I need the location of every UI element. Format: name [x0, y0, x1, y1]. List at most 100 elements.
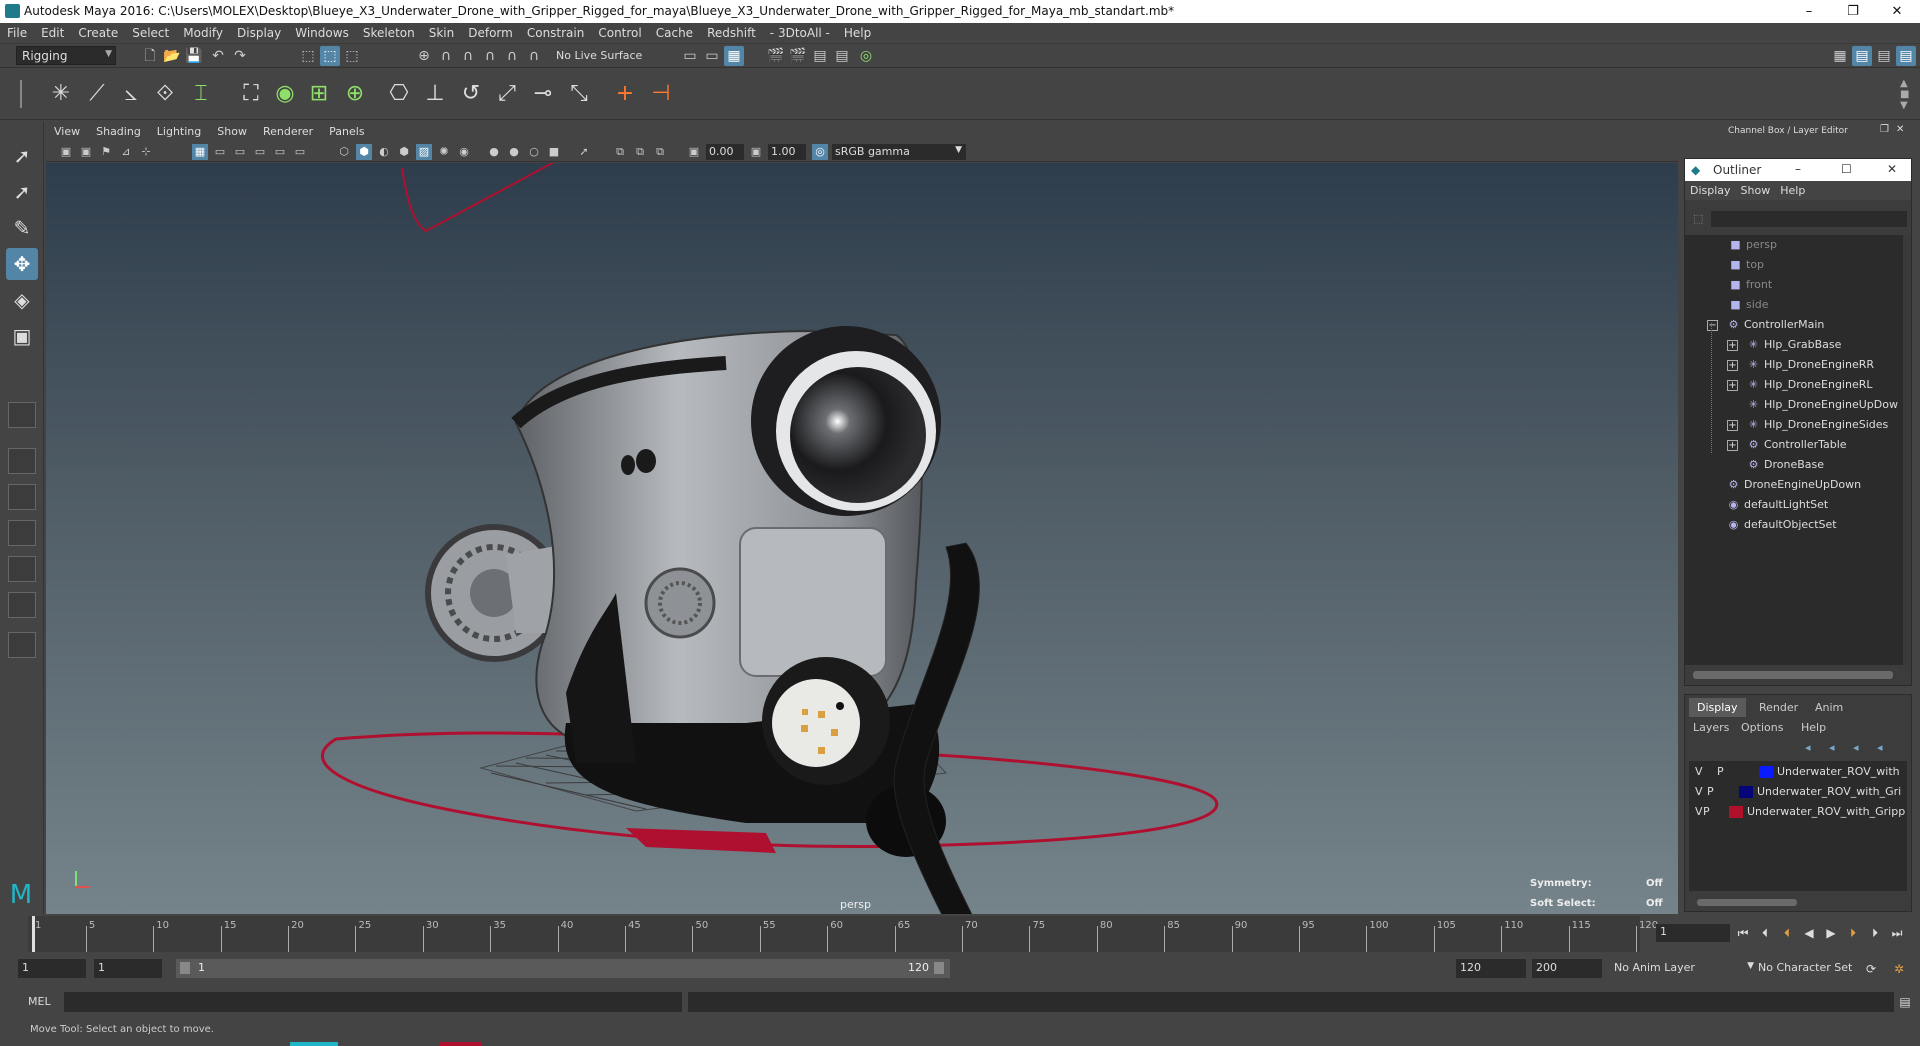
menu-file[interactable]: File [0, 23, 34, 44]
rotate-tool-icon[interactable]: ◈ [6, 284, 38, 316]
close-icon[interactable]: ✕ [1887, 162, 1897, 176]
outliner-vscrollbar[interactable] [1903, 235, 1911, 665]
menu-display[interactable]: Display [230, 23, 288, 44]
step-forward-frame-icon[interactable]: ⏵ [1844, 924, 1862, 942]
field-chart-icon[interactable]: ▭ [272, 144, 288, 160]
go-to-end-icon[interactable]: ⏭ [1888, 924, 1906, 942]
menu-windows[interactable]: Windows [288, 23, 356, 44]
xray-joints-icon[interactable]: ⧉ [632, 144, 648, 160]
layer-row[interactable]: V P Underwater_ROV_with_Gripp [1689, 803, 1909, 821]
modeling-toolkit-icon[interactable]: ▦ [1830, 46, 1850, 66]
playback-end-field[interactable]: 120 [1456, 959, 1526, 978]
layer-color-swatch[interactable] [1739, 786, 1753, 798]
vp-menu-lighting[interactable]: Lighting [149, 122, 209, 142]
safe-action-icon[interactable]: ▭ [292, 144, 308, 160]
layer-menu-help[interactable]: Help [1801, 721, 1826, 734]
select-object-icon[interactable]: ⬚ [320, 46, 340, 66]
aim-constraint-icon[interactable]: ⊸ [528, 78, 558, 110]
start-time-field[interactable]: 1 [18, 959, 86, 978]
bookmark-icon[interactable]: ⚑ [98, 144, 114, 160]
lights-icon[interactable]: ✺ [436, 144, 452, 160]
ssao-icon[interactable]: ● [486, 144, 502, 160]
menu-redshift[interactable]: Redshift [700, 23, 763, 44]
tab-anim[interactable]: Anim [1807, 698, 1851, 717]
step-back-frame-icon[interactable]: ⏴ [1778, 924, 1796, 942]
range-start-handle[interactable] [180, 962, 190, 974]
list-item[interactable]: ■ side [1729, 295, 1768, 315]
anim-layer-dropdown[interactable]: No Anim Layer ▼ [1610, 959, 1754, 978]
hypershade-icon[interactable]: ▤ [832, 46, 852, 66]
menu-help[interactable]: Help [837, 23, 878, 44]
vp-menu-panels[interactable]: Panels [321, 122, 372, 142]
tool-settings-icon[interactable]: ▤ [1874, 46, 1894, 66]
menu-modify[interactable]: Modify [176, 23, 230, 44]
visibility-toggle[interactable]: V [1695, 783, 1703, 801]
menu-edit[interactable]: Edit [34, 23, 71, 44]
wireframe-on-shaded-icon[interactable]: ⬢ [396, 144, 412, 160]
outliner-hscrollbar[interactable] [1693, 671, 1893, 679]
redo-icon[interactable]: ↷ [230, 46, 250, 66]
select-camera-icon[interactable]: ▣ [58, 144, 74, 160]
ik-handle-icon[interactable]: ⟋ [82, 78, 112, 110]
outliner-menu-help[interactable]: Help [1775, 181, 1810, 200]
construction-history-icon[interactable]: ▦ [724, 46, 744, 66]
scale-tool-icon[interactable]: ▣ [6, 320, 38, 352]
current-frame-field[interactable]: 1 [1656, 924, 1730, 942]
menu-control[interactable]: Control [591, 23, 648, 44]
snap-point-icon[interactable]: ∩ [458, 46, 478, 66]
snap-curve-icon[interactable]: ∩ [436, 46, 456, 66]
menu-skin[interactable]: Skin [422, 23, 462, 44]
play-backwards-icon[interactable]: ◀ [1800, 924, 1818, 942]
list-item[interactable]: ✳ Hlp_GrabBase [1747, 335, 1841, 355]
select-hierarchy-icon[interactable]: ⬚ [298, 46, 318, 66]
visibility-toggle[interactable]: V [1695, 803, 1703, 821]
play-forwards-icon[interactable]: ▶ [1822, 924, 1840, 942]
close-icon[interactable]: ✕ [1896, 124, 1904, 135]
list-item[interactable]: ✳ Hlp_DroneEngineSides [1747, 415, 1888, 435]
snap-magnet-icon[interactable]: ∩ [524, 46, 544, 66]
smooth-shade-icon[interactable]: ⬢ [356, 144, 372, 160]
save-scene-icon[interactable]: 💾 [184, 46, 204, 66]
list-item[interactable]: ⚙ ControllerTable [1747, 435, 1847, 455]
grid-toggle-icon[interactable]: ⊹ [138, 144, 154, 160]
snap-surface-icon[interactable]: ∩ [502, 46, 522, 66]
isolate-select-icon[interactable]: ➚ [576, 144, 592, 160]
step-back-key-icon[interactable]: ⏴ [1756, 924, 1774, 942]
list-item[interactable]: ◉ defaultObjectSet [1727, 515, 1837, 535]
mirror-joint-icon[interactable]: ⟐ [150, 78, 180, 110]
expand-icon[interactable]: + [1727, 360, 1738, 371]
expand-icon[interactable]: + [1727, 380, 1738, 391]
time-slider[interactable]: 1 5 10 15 20 25 30 35 40 45 50 55 60 65 70 75 80 85 90 95 10… [0, 914, 1920, 954]
time-ruler[interactable]: 1 5 10 15 20 25 30 35 40 45 50 55 60 65 70 75 80 85 90 95 10… [28, 916, 1658, 952]
select-component-icon[interactable]: ⬚ [342, 46, 362, 66]
paint-weights-icon[interactable]: ◉ [270, 78, 300, 110]
snap-grid-icon[interactable]: ⊕ [414, 46, 434, 66]
layout-graph-persp-icon[interactable] [8, 592, 36, 618]
current-time-marker[interactable] [32, 916, 35, 952]
wireframe-shade-icon[interactable]: ⬡ [336, 144, 352, 160]
float-icon[interactable]: ❐ [1880, 124, 1889, 135]
bind-skin-icon[interactable]: ⛶ [236, 78, 266, 110]
cluster-icon[interactable]: ⊕ [340, 78, 370, 110]
lattice-icon[interactable]: ⊞ [304, 78, 334, 110]
parent-constraint-icon[interactable]: ⎔ [384, 78, 414, 110]
undo-icon[interactable]: ↶ [208, 46, 228, 66]
snap-view-icon[interactable]: ∩ [480, 46, 500, 66]
list-item[interactable]: ✳ Hlp_DroneEngineRR [1747, 355, 1874, 375]
collapse-icon[interactable]: − [1707, 320, 1718, 331]
expand-icon[interactable]: + [1727, 340, 1738, 351]
menu-select[interactable]: Select [125, 23, 176, 44]
exposure-icon[interactable]: ▣ [686, 144, 702, 160]
playback-toggle[interactable]: P [1707, 783, 1714, 801]
color-management-icon[interactable]: ◎ [812, 144, 828, 160]
maximize-icon[interactable]: ☐ [1841, 162, 1852, 176]
layout-two-side-icon[interactable] [8, 484, 36, 510]
visibility-toggle[interactable]: V [1695, 763, 1703, 781]
dof-icon[interactable]: ■ [546, 144, 562, 160]
attribute-editor-icon[interactable]: ▤ [1852, 46, 1872, 66]
range-end-handle[interactable] [934, 962, 944, 974]
vp-menu-view[interactable]: View [46, 122, 88, 142]
lasso-tool-icon[interactable]: ➚ [6, 176, 38, 208]
layer-hscrollbar[interactable] [1697, 899, 1797, 906]
search-options-icon[interactable]: ⬚ [1693, 212, 1703, 225]
